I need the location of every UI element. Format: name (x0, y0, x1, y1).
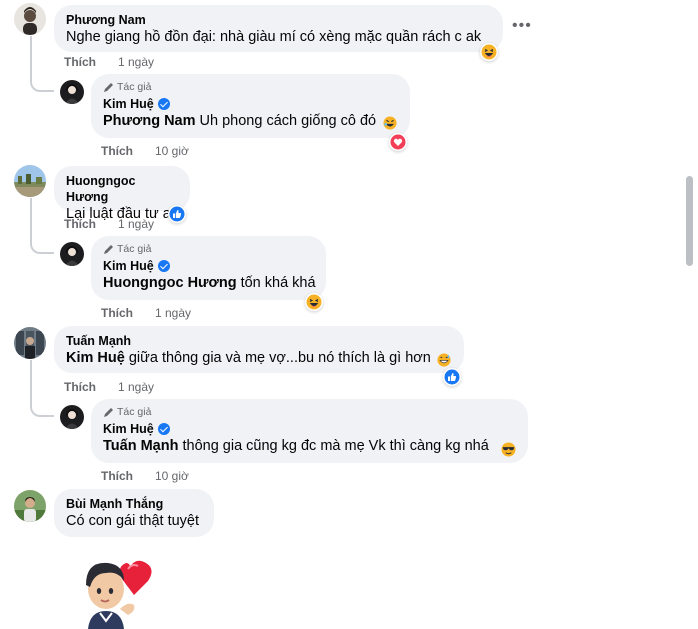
verified-badge-icon (157, 98, 170, 110)
like-button[interactable]: Thích (64, 217, 96, 231)
pencil-icon (104, 408, 113, 417)
comment-bubble: Bùi Mạnh Thắng Có con gái thật tuyệt (54, 489, 214, 537)
mention-link[interactable]: Kim Huệ (66, 350, 125, 366)
comment-author[interactable]: Tuấn Mạnh (66, 333, 452, 349)
more-options-icon[interactable]: ••• (512, 17, 532, 35)
mention-link[interactable]: Tuấn Mạnh (103, 438, 178, 454)
comment-author[interactable]: Kim Huệ (103, 258, 154, 274)
author-badge: Tác giả (103, 243, 314, 256)
avatar[interactable] (14, 490, 46, 522)
sticker-image[interactable] (78, 555, 160, 629)
verified-badge-icon (157, 423, 170, 435)
timestamp[interactable]: 1 ngày (118, 380, 154, 394)
avatar[interactable] (60, 80, 84, 104)
reply-connector (30, 360, 54, 417)
reply-bubble: Tác giả Kim Huệ Phương Nam Uh phong cách… (91, 74, 410, 138)
comment-author[interactable]: Huongngoc Hương (66, 173, 178, 205)
haha-icon[interactable] (305, 293, 323, 311)
timestamp[interactable]: 1 ngày (118, 217, 154, 231)
like-button[interactable]: Thích (101, 469, 133, 483)
pencil-icon (104, 245, 113, 254)
comment-author[interactable]: Bùi Mạnh Thắng (66, 496, 202, 512)
author-badge: Tác giả (103, 81, 398, 94)
like-icon[interactable] (168, 205, 186, 223)
comment-actions: Thích 1 ngày (101, 306, 191, 320)
reply-bubble: Tác giả Kim Huệ Huongngoc Hương tốn khá … (91, 236, 326, 300)
love-icon[interactable] (389, 133, 407, 151)
like-button[interactable]: Thích (64, 380, 96, 394)
comment-bubble: Huongngoc Hương Lại luật đầu tư ah (54, 166, 190, 222)
comment-bubble: Phương Nam Nghe giang hồ đồn đại: nhà gi… (54, 5, 503, 52)
comment-bubble: Tuấn Mạnh Kim Huệ giữa thông gia và mẹ v… (54, 326, 464, 373)
reply-connector (30, 198, 54, 254)
like-button[interactable]: Thích (101, 306, 133, 320)
scrollbar[interactable] (686, 176, 693, 266)
timestamp[interactable]: 1 ngày (155, 306, 191, 320)
timestamp[interactable]: 10 giờ (155, 144, 189, 158)
comment-actions: Thích 10 giờ (101, 144, 189, 158)
comment-text: Huongngoc Hương tốn khá khá (103, 275, 316, 291)
pencil-icon (104, 83, 113, 92)
reply-connector (30, 36, 54, 92)
comment-author[interactable]: Kim Huệ (103, 421, 154, 437)
author-badge-label: Tác giả (117, 81, 152, 93)
comment-actions: Thích 1 ngày (64, 55, 154, 69)
comment-actions: Thích 10 giờ (101, 469, 189, 483)
haha-icon[interactable] (480, 43, 498, 61)
comment-text: Tuấn Mạnh thông gia cũng kg đc mà mẹ Vk … (103, 438, 489, 454)
avatar[interactable] (14, 165, 46, 197)
timestamp[interactable]: 10 giờ (155, 469, 189, 483)
comment-actions: Thích 1 ngày (64, 380, 154, 394)
mention-link[interactable]: Huongngoc Hương (103, 275, 237, 291)
comment-text: Phương Nam Uh phong cách giống cô đó (103, 113, 377, 129)
comment-text: Có con gái thật tuyệt (66, 513, 199, 529)
avatar[interactable] (60, 405, 84, 429)
avatar[interactable] (14, 3, 46, 35)
comment-text: Nghe giang hồ đồn đại: nhà giàu mí có xè… (66, 29, 482, 45)
avatar[interactable] (60, 242, 84, 266)
reply-bubble: Tác giả Kim Huệ Tuấn Mạnh thông gia cũng… (91, 399, 528, 463)
sunglasses-emoji-icon (501, 442, 516, 462)
like-icon[interactable] (443, 368, 461, 386)
mention-link[interactable]: Phương Nam (103, 113, 196, 129)
like-button[interactable]: Thích (64, 55, 96, 69)
avatar[interactable] (14, 327, 46, 359)
author-badge-label: Tác giả (117, 406, 152, 418)
timestamp[interactable]: 1 ngày (118, 55, 154, 69)
comment-author[interactable]: Kim Huệ (103, 96, 154, 112)
comment-author[interactable]: Phương Nam (66, 12, 491, 28)
comment-actions: Thích 1 ngày (64, 217, 154, 231)
verified-badge-icon (157, 260, 170, 272)
rofl-emoji-icon (383, 116, 397, 135)
author-badge-label: Tác giả (117, 243, 152, 255)
author-badge: Tác giả (103, 406, 516, 419)
comment-text: Kim Huệ giữa thông gia và mẹ vợ...bu nó … (66, 350, 431, 366)
like-button[interactable]: Thích (101, 144, 133, 158)
